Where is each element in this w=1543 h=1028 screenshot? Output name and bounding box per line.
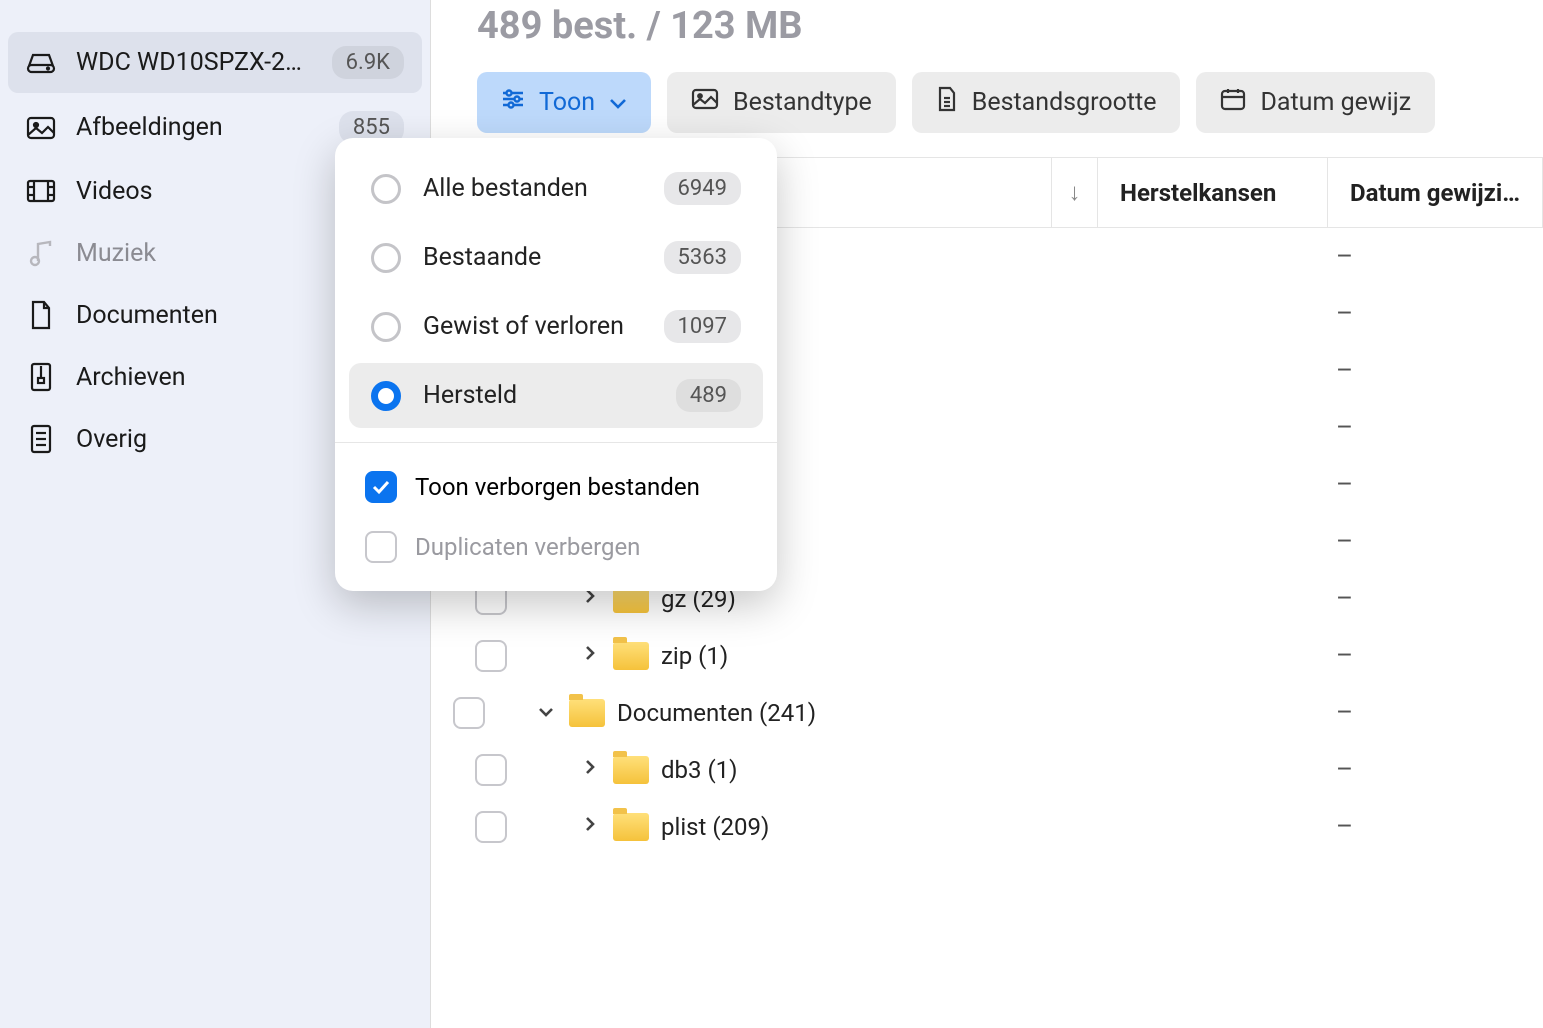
sidebar-item-label: WDC WD10SPZX-22Z10… (76, 48, 312, 77)
row-date: – (1328, 413, 1543, 443)
folder-icon (613, 813, 649, 841)
chevron-down-icon[interactable] (531, 702, 561, 723)
filter-label: Bestandsgrootte (972, 88, 1157, 117)
toon-dropdown: Alle bestanden 6949 Bestaande 5363 Gewist of… (335, 138, 777, 591)
radio-icon (371, 174, 401, 204)
chevron-right-icon[interactable] (575, 588, 605, 609)
column-recovery[interactable]: Herstelkansen (1098, 158, 1328, 227)
video-icon (26, 176, 56, 206)
row-date: – (1328, 812, 1543, 842)
checkbox-icon (365, 471, 397, 503)
option-label: Hersteld (423, 381, 654, 410)
folder-icon (569, 699, 605, 727)
filter-option[interactable]: Gewist of verloren 1097 (349, 294, 763, 359)
row-name: zip (1) (661, 642, 728, 670)
option-count: 489 (676, 379, 741, 412)
page-summary: 489 best. / 123 MB (431, 0, 1543, 48)
filetype-icon (691, 88, 719, 117)
divider (335, 442, 777, 443)
image-icon (26, 113, 56, 143)
row-date: – (1328, 527, 1543, 557)
row-date: – (1328, 755, 1543, 785)
checkbox-label: Toon verborgen bestanden (415, 473, 700, 501)
other-icon (26, 424, 56, 454)
row-checkbox[interactable] (475, 754, 507, 786)
table-row[interactable]: plist (209) – (431, 798, 1543, 855)
row-checkbox[interactable] (475, 811, 507, 843)
row-checkbox[interactable] (475, 640, 507, 672)
drive-icon (26, 48, 56, 78)
filter-label: Bestandtype (733, 88, 872, 117)
filter-label: Toon (539, 88, 595, 117)
filter-size-button[interactable]: Bestandsgrootte (912, 72, 1181, 133)
archive-icon (26, 362, 56, 392)
music-icon (26, 238, 56, 268)
chevron-right-icon[interactable] (575, 816, 605, 837)
filter-option[interactable]: Bestaande 5363 (349, 225, 763, 290)
radio-icon (371, 381, 401, 411)
filter-toon-button[interactable]: Toon (477, 72, 651, 133)
filesize-icon (936, 86, 958, 119)
sidebar-item-label: Afbeeldingen (76, 113, 319, 142)
filter-option[interactable]: Alle bestanden 6949 (349, 156, 763, 221)
row-date: – (1328, 242, 1543, 272)
filter-type-button[interactable]: Bestandtype (667, 72, 896, 133)
folder-icon (613, 756, 649, 784)
hide-duplicates-checkbox[interactable]: Duplicaten verbergen (335, 517, 777, 577)
radio-icon (371, 243, 401, 273)
column-date[interactable]: Datum gewijzi… (1328, 158, 1543, 227)
row-date: – (1328, 641, 1543, 671)
filter-label: Datum gewijz (1260, 88, 1411, 117)
show-hidden-checkbox[interactable]: Toon verborgen bestanden (335, 457, 777, 517)
row-checkbox[interactable] (453, 697, 485, 729)
checkbox-label: Duplicaten verbergen (415, 533, 640, 561)
folder-icon (613, 642, 649, 670)
option-count: 1097 (664, 310, 741, 343)
row-date: – (1328, 356, 1543, 386)
option-label: Bestaande (423, 243, 642, 272)
option-label: Gewist of verloren (423, 312, 642, 341)
checkbox-icon (365, 531, 397, 563)
row-date: – (1328, 299, 1543, 329)
chevron-right-icon[interactable] (575, 759, 605, 780)
row-date: – (1328, 584, 1543, 614)
row-date: – (1328, 470, 1543, 500)
row-date: – (1328, 698, 1543, 728)
option-label: Alle bestanden (423, 174, 642, 203)
chevron-down-icon (609, 88, 627, 117)
option-count: 6949 (664, 172, 741, 205)
sidebar-item-badge: 6.9K (332, 46, 404, 79)
calendar-icon (1220, 87, 1246, 118)
sliders-icon (501, 88, 525, 117)
sidebar-item-drive[interactable]: WDC WD10SPZX-22Z10… 6.9K (8, 32, 422, 93)
table-row[interactable]: db3 (1) – (431, 741, 1543, 798)
document-icon (26, 300, 56, 330)
table-row[interactable]: Documenten (241) – (431, 684, 1543, 741)
table-row[interactable]: zip (1) – (431, 627, 1543, 684)
filter-date-button[interactable]: Datum gewijz (1196, 72, 1435, 133)
chevron-right-icon[interactable] (575, 645, 605, 666)
option-count: 5363 (664, 241, 741, 274)
row-name: db3 (1) (661, 756, 738, 784)
filter-option[interactable]: Hersteld 489 (349, 363, 763, 428)
column-sort[interactable]: ↓ (1052, 158, 1098, 227)
row-name: Documenten (241) (617, 699, 816, 727)
radio-icon (371, 312, 401, 342)
row-name: plist (209) (661, 813, 769, 841)
